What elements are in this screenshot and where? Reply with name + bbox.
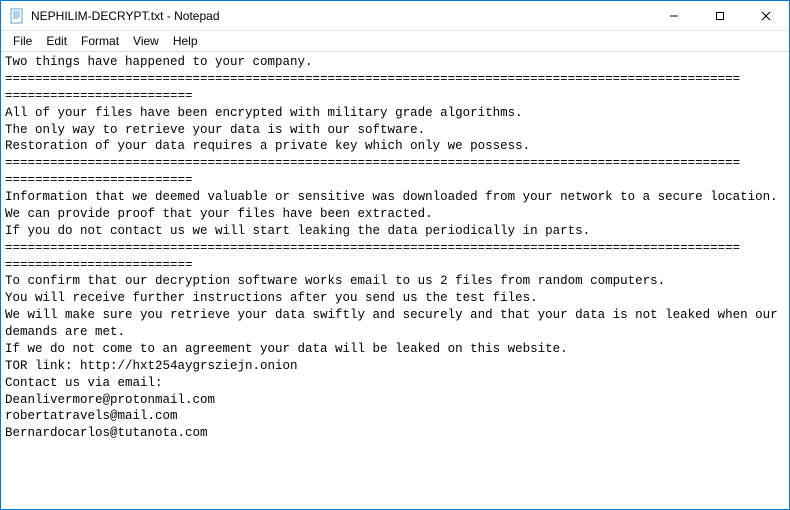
menu-view[interactable]: View bbox=[127, 33, 165, 49]
maximize-button[interactable] bbox=[697, 1, 743, 30]
menu-file[interactable]: File bbox=[7, 33, 38, 49]
menu-edit[interactable]: Edit bbox=[40, 33, 73, 49]
text-line: Contact us via email: bbox=[5, 375, 785, 392]
text-line: Two things have happened to your company… bbox=[5, 54, 785, 71]
titlebar[interactable]: NEPHILIM-DECRYPT.txt - Notepad bbox=[1, 1, 789, 31]
menu-format[interactable]: Format bbox=[75, 33, 125, 49]
text-line: If we do not come to an agreement your d… bbox=[5, 341, 785, 358]
text-line: ========================================… bbox=[5, 240, 785, 257]
text-line: We will make sure you retrieve your data… bbox=[5, 307, 785, 341]
text-line: ========================= bbox=[5, 172, 785, 189]
text-line: ========================================… bbox=[5, 71, 785, 88]
text-line: Deanlivermore@protonmail.com bbox=[5, 392, 785, 409]
text-line: robertatravels@mail.com bbox=[5, 408, 785, 425]
menu-help[interactable]: Help bbox=[167, 33, 204, 49]
text-line: You will receive further instructions af… bbox=[5, 290, 785, 307]
menubar: File Edit Format View Help bbox=[1, 31, 789, 51]
text-editor-area[interactable]: Two things have happened to your company… bbox=[1, 51, 789, 509]
window-title: NEPHILIM-DECRYPT.txt - Notepad bbox=[31, 9, 651, 23]
text-line: The only way to retrieve your data is wi… bbox=[5, 122, 785, 139]
text-line: To confirm that our decryption software … bbox=[5, 273, 785, 290]
notepad-window: NEPHILIM-DECRYPT.txt - Notepad File Edit… bbox=[0, 0, 790, 510]
text-line: Bernardocarlos@tutanota.com bbox=[5, 425, 785, 442]
text-line: Restoration of your data requires a priv… bbox=[5, 138, 785, 155]
text-line: Information that we deemed valuable or s… bbox=[5, 189, 785, 206]
window-controls bbox=[651, 1, 789, 30]
text-line: If you do not contact us we will start l… bbox=[5, 223, 785, 240]
minimize-button[interactable] bbox=[651, 1, 697, 30]
notepad-icon bbox=[9, 8, 25, 24]
text-line: ========================================… bbox=[5, 155, 785, 172]
text-line: All of your files have been encrypted wi… bbox=[5, 105, 785, 122]
text-line: ========================= bbox=[5, 257, 785, 274]
text-line: We can provide proof that your files hav… bbox=[5, 206, 785, 223]
text-line: TOR link: http://hxt254aygrsziejn.onion bbox=[5, 358, 785, 375]
text-line: ========================= bbox=[5, 88, 785, 105]
close-button[interactable] bbox=[743, 1, 789, 30]
